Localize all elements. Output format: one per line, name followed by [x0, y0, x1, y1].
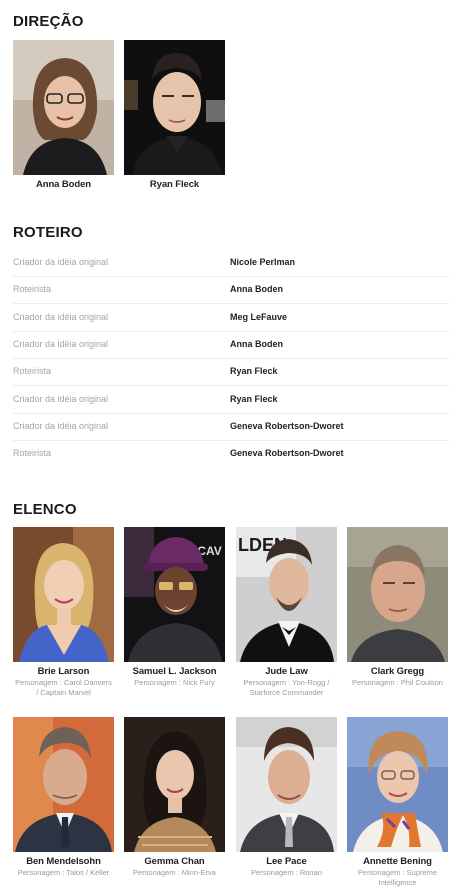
- crew-role: Criador da idéia original: [13, 257, 109, 267]
- cast-name[interactable]: Lee Pace: [236, 856, 337, 867]
- director-name[interactable]: Ryan Fleck: [124, 179, 225, 190]
- crew-row: Criador da idéia original Nicole Perlman: [13, 250, 449, 277]
- crew-name-link[interactable]: Anna Boden: [230, 284, 283, 294]
- director-card-anna-boden[interactable]: Anna Boden: [13, 40, 114, 190]
- cast-character: Personagem : Yon-Rogg / Starforce Comman…: [243, 678, 330, 697]
- crew-role: Roteirista: [13, 366, 52, 376]
- director-photo[interactable]: [124, 40, 225, 175]
- crew-name-link[interactable]: Anna Boden: [230, 339, 283, 349]
- director-name[interactable]: Anna Boden: [13, 179, 114, 190]
- cast-name[interactable]: Gemma Chan: [124, 856, 225, 867]
- cast-character: Personagem : Carol Danvers / Captain Mar…: [15, 678, 112, 697]
- crew-row: Roteirista Anna Boden: [13, 277, 449, 304]
- section-title-cast: ELENCO: [13, 501, 77, 518]
- cast-card-ben-mendelsohn[interactable]: Ben Mendelsohn Personagem : Talos / Kell…: [13, 717, 114, 878]
- crew-row: Criador da idéia original Anna Boden: [13, 332, 449, 359]
- cast-card-clark-gregg[interactable]: Clark Gregg Personagem : Phil Coulson: [347, 527, 448, 688]
- crew-row: Criador da idéia original Meg LeFauve: [13, 305, 449, 332]
- crew-name-link[interactable]: Ryan Fleck: [230, 366, 278, 376]
- cast-card-brie-larson[interactable]: Brie Larson Personagem : Carol Danvers /…: [13, 527, 114, 697]
- crew-row: Criador da idéia original Ryan Fleck: [13, 387, 449, 414]
- crew-role: Roteirista: [13, 448, 52, 458]
- crew-role: Criador da idéia original: [13, 312, 109, 322]
- cast-photo[interactable]: [347, 717, 448, 852]
- cast-photo[interactable]: MICAV: [124, 527, 225, 662]
- cast-character: Personagem : Supreme Intelligence: [357, 868, 438, 887]
- cast-photo[interactable]: [13, 527, 114, 662]
- cast-card-jude-law[interactable]: LDEN Jude Law Personagem : Yon-Rogg / St…: [236, 527, 337, 697]
- cast-card-lee-pace[interactable]: Lee Pace Personagem : Ronan: [236, 717, 337, 878]
- cast-card-annette-bening[interactable]: Annette Bening Personagem : Supreme Inte…: [347, 717, 448, 887]
- cast-photo[interactable]: [236, 717, 337, 852]
- cast-character: Personagem : Phil Coulson: [352, 678, 443, 687]
- director-card-ryan-fleck[interactable]: Ryan Fleck: [124, 40, 225, 190]
- cast-name[interactable]: Brie Larson: [13, 666, 114, 677]
- cast-name[interactable]: Clark Gregg: [347, 666, 448, 677]
- cast-name[interactable]: Ben Mendelsohn: [13, 856, 114, 867]
- cast-card-gemma-chan[interactable]: Gemma Chan Personagem : Minn-Erva: [124, 717, 225, 878]
- crew-name-link[interactable]: Nicole Perlman: [230, 257, 295, 267]
- cast-photo[interactable]: [347, 527, 448, 662]
- cast-photo[interactable]: [13, 717, 114, 852]
- cast-character: Personagem : Talos / Keller: [17, 868, 110, 877]
- crew-role: Criador da idéia original: [13, 394, 109, 404]
- cast-character: Personagem : Ronan: [251, 868, 322, 877]
- crew-row: Roteirista Geneva Robertson-Dworet: [13, 441, 449, 468]
- cast-name[interactable]: Samuel L. Jackson: [124, 666, 225, 677]
- crew-name-link[interactable]: Ryan Fleck: [230, 394, 278, 404]
- crew-role: Criador da idéia original: [13, 421, 109, 431]
- cast-character: Personagem : Nick Fury: [134, 678, 215, 687]
- cast-photo[interactable]: [124, 717, 225, 852]
- crew-role: Roteirista: [13, 284, 52, 294]
- crew-name-link[interactable]: Geneva Robertson-Dworet: [230, 421, 344, 431]
- section-title-screenplay: ROTEIRO: [13, 224, 83, 241]
- cast-name[interactable]: Annette Bening: [347, 856, 448, 867]
- cast-name[interactable]: Jude Law: [236, 666, 337, 677]
- crew-name-link[interactable]: Meg LeFauve: [230, 312, 287, 322]
- cast-photo[interactable]: LDEN: [236, 527, 337, 662]
- crew-row: Criador da idéia original Geneva Roberts…: [13, 414, 449, 441]
- crew-name-link[interactable]: Geneva Robertson-Dworet: [230, 448, 344, 458]
- cast-character: Personagem : Minn-Erva: [133, 868, 216, 877]
- crew-row: Roteirista Ryan Fleck: [13, 359, 449, 386]
- director-photo[interactable]: [13, 40, 114, 175]
- section-title-direction: DIREÇÃO: [13, 13, 84, 30]
- cast-card-samuel-l-jackson[interactable]: MICAV Samuel L. Jackson Personagem : Nic…: [124, 527, 225, 688]
- crew-role: Criador da idéia original: [13, 339, 109, 349]
